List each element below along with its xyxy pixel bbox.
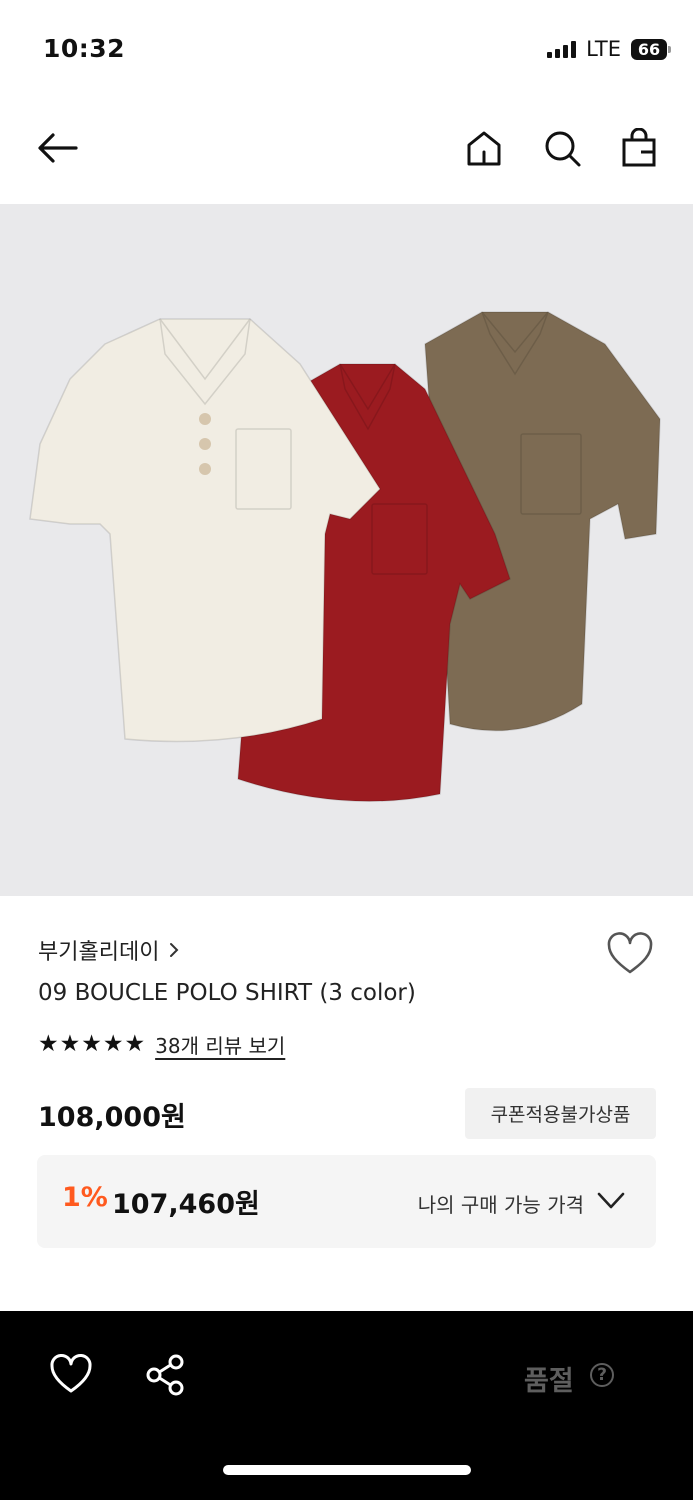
heart-icon	[50, 1354, 92, 1393]
product-image[interactable]	[0, 204, 693, 896]
star-icon: ★	[124, 1031, 146, 1057]
bottom-action-bar: 품절 ?	[0, 1311, 693, 1500]
polo-shirts-illustration	[29, 311, 661, 802]
wishlist-button[interactable]	[606, 932, 654, 976]
discounted-price: 107,460원	[112, 1189, 260, 1220]
review-link[interactable]: 38개 리뷰 보기	[155, 1030, 285, 1059]
signal-icon	[547, 40, 577, 58]
star-icon: ★	[38, 1031, 59, 1057]
heart-outline-icon	[607, 932, 653, 974]
back-arrow-icon	[38, 133, 78, 163]
brand-link[interactable]: 부기홀리데이	[38, 934, 179, 966]
status-time: 10:32	[43, 34, 126, 63]
star-icon: ★	[102, 1031, 124, 1057]
back-button[interactable]	[36, 126, 80, 170]
home-icon	[467, 131, 501, 166]
network-type: LTE	[586, 37, 621, 61]
product-name: 09 BOUCLE POLO SHIRT (3 color)	[38, 980, 416, 1006]
share-button[interactable]	[143, 1353, 187, 1397]
chevron-right-icon	[170, 943, 179, 957]
coupon-badge: 쿠폰적용불가상품	[465, 1088, 656, 1139]
discount-rate: 1%	[62, 1182, 108, 1213]
home-indicator	[223, 1465, 471, 1475]
home-button[interactable]	[462, 126, 506, 170]
soldout-label: 품절	[524, 1366, 574, 1397]
chevron-down-icon	[597, 1192, 625, 1209]
my-price-label: 나의 구매 가능 가격	[417, 1193, 584, 1217]
shopping-bag-icon	[622, 128, 656, 167]
battery-level: 66	[637, 39, 661, 59]
rating-stars: ★ ★ ★ ★ ★	[38, 1033, 145, 1056]
share-icon	[146, 1354, 184, 1396]
status-indicators: LTE 66	[547, 37, 671, 61]
bottom-wishlist-button[interactable]	[48, 1353, 94, 1395]
cart-button[interactable]	[617, 126, 661, 170]
my-price-dropdown[interactable]: 1% 107,460원 나의 구매 가능 가격	[37, 1155, 656, 1248]
product-price: 108,000원	[38, 1102, 186, 1133]
brand-name: 부기홀리데이	[38, 940, 160, 965]
battery-icon: 66	[631, 38, 671, 60]
star-icon: ★	[59, 1031, 81, 1057]
search-icon	[545, 131, 581, 167]
search-button[interactable]	[540, 126, 584, 170]
rating-row: ★ ★ ★ ★ ★ 38개 리뷰 보기	[38, 1030, 285, 1059]
help-icon[interactable]: ?	[590, 1363, 614, 1387]
star-icon: ★	[81, 1031, 102, 1057]
